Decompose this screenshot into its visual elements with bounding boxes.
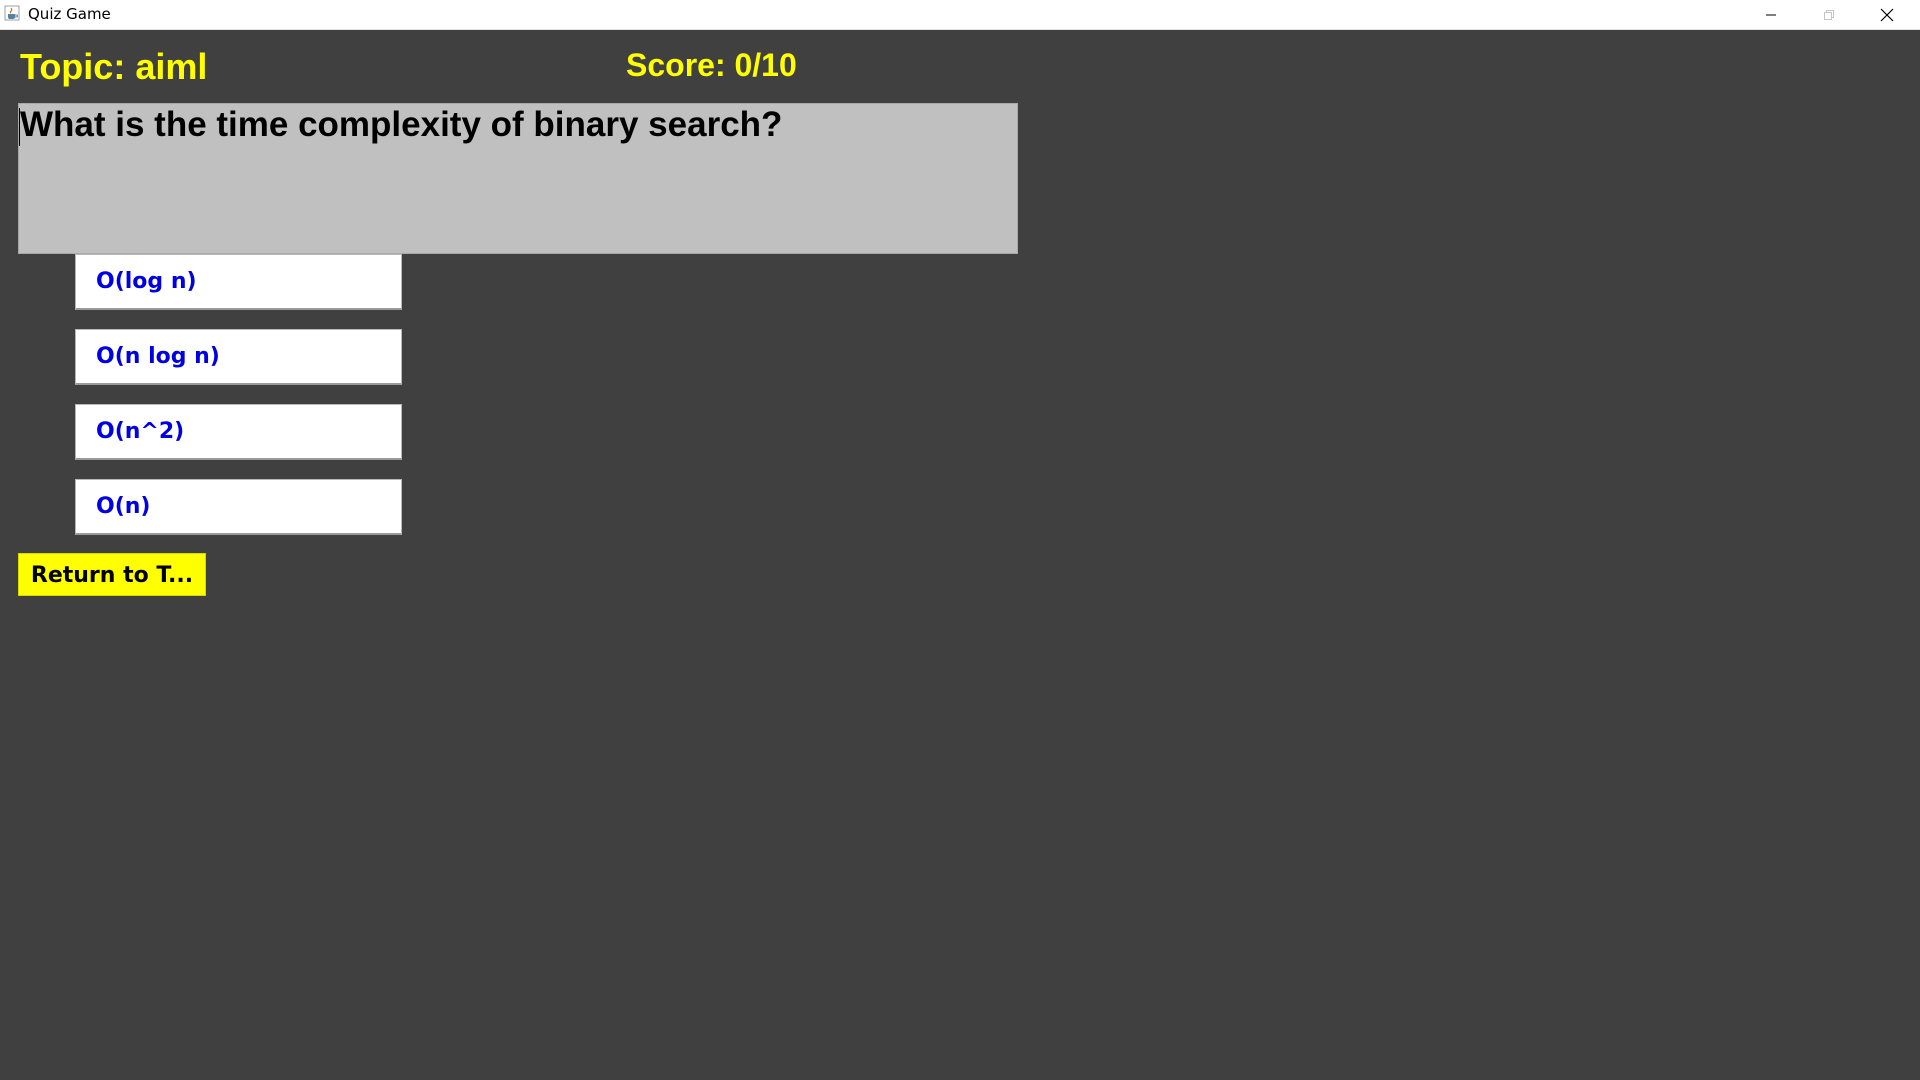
option-button-2[interactable]: O(n log n): [75, 329, 402, 385]
score-label: Score: 0/10: [626, 47, 797, 83]
quiz-game-window: Quiz Game Topic: aiml Score: 0/10 What i…: [0, 0, 1920, 1080]
window-title: Quiz Game: [28, 5, 111, 23]
java-cup-icon: [4, 5, 20, 21]
maximize-button[interactable]: [1800, 0, 1858, 29]
option-button-3[interactable]: O(n^2): [75, 404, 402, 460]
maximize-icon: [1823, 9, 1835, 21]
question-text: What is the time complexity of binary se…: [20, 105, 783, 144]
quiz-panel: Topic: aiml Score: 0/10 What is the time…: [0, 30, 1920, 1080]
close-icon: [1880, 8, 1894, 22]
question-text-area[interactable]: What is the time complexity of binary se…: [18, 103, 1018, 254]
title-bar[interactable]: Quiz Game: [0, 0, 1920, 30]
minimize-icon: [1765, 9, 1777, 21]
close-button[interactable]: [1858, 0, 1916, 29]
return-to-topics-button[interactable]: Return to T...: [18, 553, 206, 596]
minimize-button[interactable]: [1742, 0, 1800, 29]
topic-label: Topic: aiml: [20, 46, 208, 87]
option-button-4[interactable]: O(n): [75, 479, 402, 535]
option-button-1[interactable]: O(log n): [75, 254, 402, 310]
